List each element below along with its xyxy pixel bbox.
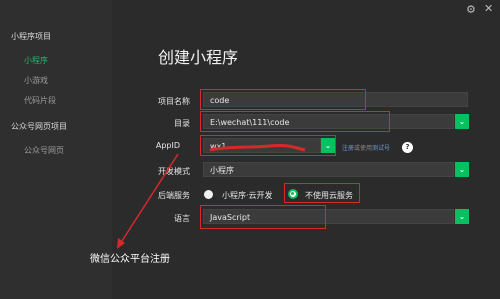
- language-dropdown-button[interactable]: ⌄: [455, 209, 469, 224]
- sidebar-group-miniprogram: 小程序项目: [11, 32, 51, 41]
- devmode-label: 开发模式: [158, 167, 190, 176]
- or-use-text: 或使用: [354, 145, 373, 152]
- register-link[interactable]: 注册或使用测试号: [342, 143, 390, 152]
- annotation-text: 微信公众平台注册: [90, 254, 170, 265]
- directory-dropdown-button[interactable]: ⌄: [455, 114, 469, 129]
- close-icon[interactable]: ✕: [484, 3, 496, 15]
- appid-label: AppID: [155, 141, 180, 150]
- sidebar-group-official-web: 公众号网页项目: [11, 122, 67, 131]
- sidebar-item-minigame[interactable]: 小游戏: [24, 75, 48, 86]
- directory-label: 目录: [174, 119, 190, 128]
- question-icon[interactable]: ?: [402, 142, 413, 153]
- highlight-box-backend: [284, 183, 360, 203]
- sidebar-item-code-snippet[interactable]: 代码片段: [24, 95, 56, 106]
- project-name-label: 项目名称: [158, 97, 190, 106]
- radio-cloud-dev[interactable]: [204, 190, 213, 199]
- highlight-box-name: [200, 89, 366, 110]
- devmode-select[interactable]: 小程序: [203, 162, 454, 177]
- devmode-dropdown-button[interactable]: ⌄: [455, 162, 469, 177]
- highlight-box-appid: [200, 135, 336, 156]
- gear-icon[interactable]: ⚙: [466, 4, 478, 16]
- highlight-box-dir: [200, 111, 390, 132]
- language-label: 语言: [174, 214, 190, 223]
- test-account-link[interactable]: 测试号: [372, 145, 390, 152]
- page-title: 创建小程序: [158, 48, 239, 67]
- sidebar-item-miniprogram[interactable]: 小程序: [24, 55, 48, 66]
- sidebar-item-official-web[interactable]: 公众号网页: [24, 145, 64, 156]
- radio-cloud-dev-label[interactable]: 小程序·云开发: [222, 190, 273, 201]
- backend-label: 后端服务: [158, 191, 190, 200]
- highlight-box-language: [200, 205, 326, 229]
- register-link-text[interactable]: 注册: [342, 145, 354, 152]
